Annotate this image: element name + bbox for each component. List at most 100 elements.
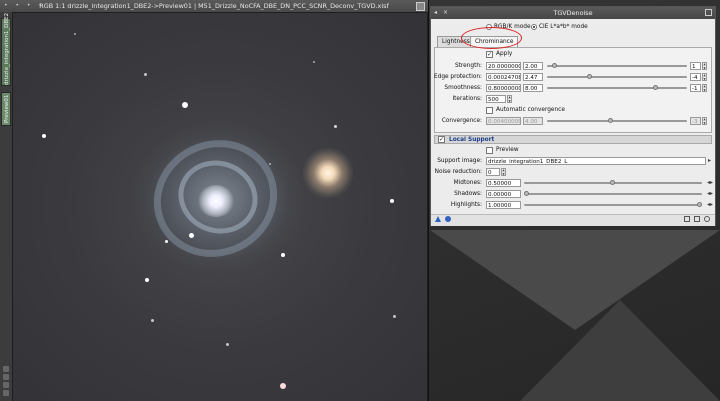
- star: [226, 343, 229, 346]
- smoothness-field[interactable]: 0.80000000: [486, 84, 521, 92]
- convergence-spinner[interactable]: ▲ ▼: [702, 117, 707, 125]
- desktop-shape: [520, 300, 720, 401]
- preview-label: Preview: [496, 147, 519, 153]
- reset-icon[interactable]: ◂▸: [707, 201, 713, 209]
- real-time-preview-icon[interactable]: [684, 216, 690, 222]
- highlights-label: Highlights:: [450, 202, 482, 208]
- shadows-field[interactable]: 0.00000: [486, 190, 521, 198]
- collapse-icon[interactable]: ◂: [434, 7, 437, 19]
- star: [280, 383, 286, 389]
- strength-slider[interactable]: [547, 63, 687, 68]
- star: [182, 102, 188, 108]
- midtones-slider[interactable]: [524, 180, 702, 185]
- convergence-label: Convergence:: [441, 118, 482, 124]
- dialog-title: TGVDenoise: [553, 9, 593, 17]
- shadows-slider[interactable]: [524, 191, 702, 196]
- shade-icon[interactable]: [705, 9, 712, 16]
- midtones-field[interactable]: 0.50000: [486, 179, 521, 187]
- view-control-icon[interactable]: [3, 374, 9, 380]
- reset-dialog-icon[interactable]: [694, 216, 700, 222]
- star: [313, 61, 315, 63]
- tab-preview[interactable]: Preview01: [1, 92, 11, 126]
- slider-knob[interactable]: [608, 118, 613, 123]
- auto-convergence-checkbox[interactable]: [486, 107, 493, 114]
- view-control-icon[interactable]: [3, 366, 9, 372]
- image-window[interactable]: • • • • RGB 1:1 drizzle_integration1_DBE…: [0, 0, 429, 401]
- highlights-field[interactable]: 1.00000: [486, 201, 521, 209]
- smoothness-spinner[interactable]: ▲ ▼: [702, 84, 707, 92]
- slider-knob[interactable]: [587, 74, 592, 79]
- strength-field[interactable]: 20.0000000: [486, 62, 521, 70]
- convergence-exp-field[interactable]: 4.00: [523, 117, 543, 125]
- star: [281, 253, 285, 257]
- star: [393, 315, 396, 318]
- new-instance-icon[interactable]: [435, 216, 441, 222]
- edge-protection-exp-field[interactable]: 2.47: [523, 73, 543, 81]
- star: [145, 278, 149, 282]
- support-image-field[interactable]: drizzle_integration1_DBE2_L: [486, 157, 706, 165]
- slider-knob[interactable]: [610, 180, 615, 185]
- star: [151, 319, 154, 322]
- window-control-dots[interactable]: • • • •: [4, 0, 45, 12]
- slider-knob[interactable]: [697, 202, 702, 207]
- midtones-label: Midtones:: [453, 180, 482, 186]
- companion-galaxy: [303, 148, 353, 198]
- view-tabs-bar: drizzle_integration1_DBE2 Preview01: [0, 12, 12, 401]
- edge-protection-spin-field[interactable]: -4: [690, 73, 701, 81]
- convergence-field[interactable]: 0.00400000: [486, 117, 521, 125]
- shadows-label: Shadows:: [454, 191, 482, 197]
- star: [334, 125, 337, 128]
- slider-knob[interactable]: [552, 63, 557, 68]
- star: [144, 73, 147, 76]
- reset-icon[interactable]: ◂▸: [707, 190, 713, 198]
- image-window-titlebar[interactable]: • • • • RGB 1:1 drizzle_integration1_DBE…: [0, 0, 428, 12]
- noise-reduction-spinner[interactable]: ▲ ▼: [501, 168, 506, 176]
- browse-doc-icon[interactable]: [704, 216, 710, 222]
- dialog-titlebar[interactable]: ◂ × TGVDenoise: [431, 7, 715, 19]
- strength-label: Strength:: [454, 63, 482, 69]
- smoothness-exp-field[interactable]: 8.00: [523, 84, 543, 92]
- iterations-label: Iterations:: [452, 96, 482, 102]
- local-support-title: Local Support: [449, 137, 495, 143]
- edge-protection-spinner[interactable]: ▲ ▼: [702, 73, 707, 81]
- apply-label: Apply: [496, 51, 513, 57]
- convergence-spin-field[interactable]: -3: [690, 117, 701, 125]
- slider-knob[interactable]: [524, 191, 529, 196]
- select-image-icon[interactable]: ▸: [708, 157, 711, 165]
- auto-convergence-label: Automatic convergence: [496, 107, 565, 113]
- strength-exp-field[interactable]: 2.00: [523, 62, 543, 70]
- apply-global-icon[interactable]: [445, 216, 451, 222]
- strength-spin-field[interactable]: 1: [690, 62, 701, 70]
- local-support-section-header[interactable]: ✓ Local Support: [434, 135, 712, 144]
- star: [189, 233, 194, 238]
- window-shade-icon[interactable]: [416, 2, 425, 11]
- tab-main-view[interactable]: drizzle_integration1_DBE2: [1, 13, 11, 86]
- iterations-field[interactable]: 500: [486, 95, 506, 103]
- view-control-icon[interactable]: [3, 390, 9, 396]
- edge-protection-slider[interactable]: [547, 74, 687, 79]
- noise-reduction-label: Noise reduction:: [434, 169, 482, 175]
- close-icon[interactable]: ×: [443, 7, 448, 19]
- slider-knob[interactable]: [653, 85, 658, 90]
- star: [269, 163, 271, 165]
- star: [390, 199, 394, 203]
- lab-mode-radio[interactable]: [531, 24, 537, 30]
- highlights-slider[interactable]: [524, 202, 702, 207]
- iterations-spinner[interactable]: ▲ ▼: [507, 95, 512, 103]
- annotation-ring: [461, 27, 522, 49]
- edge-protection-field[interactable]: 0.00024708: [486, 73, 521, 81]
- convergence-slider[interactable]: [547, 118, 687, 123]
- smoothness-slider[interactable]: [547, 85, 687, 90]
- view-control-icon[interactable]: [3, 382, 9, 388]
- apply-checkbox[interactable]: ✓: [486, 51, 493, 58]
- local-support-checkbox[interactable]: ✓: [438, 136, 445, 143]
- star: [42, 134, 46, 138]
- reset-icon[interactable]: ◂▸: [707, 179, 713, 187]
- noise-reduction-field[interactable]: 0: [486, 168, 500, 176]
- preview-checkbox[interactable]: [486, 147, 493, 154]
- image-canvas[interactable]: [13, 13, 427, 401]
- strength-spinner[interactable]: ▲ ▼: [702, 62, 707, 70]
- smoothness-spin-field[interactable]: -1: [690, 84, 701, 92]
- star: [74, 33, 76, 35]
- support-image-label: Support image:: [437, 158, 482, 164]
